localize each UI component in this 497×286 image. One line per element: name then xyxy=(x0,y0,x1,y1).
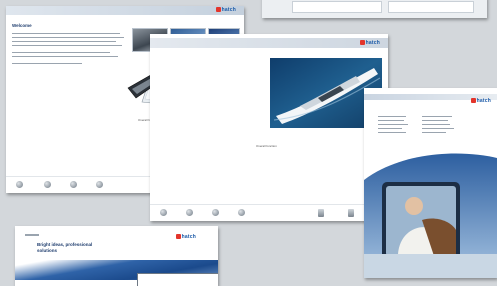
nav-home-button[interactable] xyxy=(186,209,193,216)
text-line xyxy=(422,128,454,129)
nav-back-button[interactable] xyxy=(160,209,167,216)
nav-print-button[interactable] xyxy=(318,209,324,217)
sheet-bottom-small-text xyxy=(25,234,39,236)
text-line xyxy=(12,63,82,64)
text-line xyxy=(378,128,402,129)
text-line xyxy=(12,52,110,53)
nav-home-button[interactable] xyxy=(44,181,51,188)
text-line xyxy=(422,116,452,117)
sheet-top-right xyxy=(262,0,487,18)
text-line xyxy=(422,120,448,121)
sheet-window: hatch xyxy=(364,88,497,278)
sheet-yacht-header xyxy=(150,38,388,48)
text-line xyxy=(422,132,446,133)
sheet-main-header xyxy=(6,6,244,15)
text-line xyxy=(12,41,116,42)
text-line xyxy=(12,37,124,38)
sheet-bottom-logo: hatch xyxy=(176,234,196,240)
text-line xyxy=(422,124,450,125)
nav-exit-button[interactable] xyxy=(348,209,354,217)
sheet-bottom-heading-2: solutions xyxy=(37,248,57,253)
text-line xyxy=(378,132,406,133)
sheet-top-right-box-2 xyxy=(388,1,474,13)
sheet-main-heading: Welcome xyxy=(12,23,32,28)
sheet-window-logo: hatch xyxy=(471,98,491,104)
nav-info-button[interactable] xyxy=(212,209,219,216)
sheet-bottom: hatch Bright ideas, professional solutio… xyxy=(15,226,218,286)
sheet-bottom-heading-1: Bright ideas, professional xyxy=(37,242,93,247)
nav-info-button[interactable] xyxy=(70,181,77,188)
sheet-main-logo: hatch xyxy=(216,7,236,13)
text-line xyxy=(378,120,404,121)
sheet-top-right-box xyxy=(292,1,382,13)
sheet-yacht: hatch Overall function xyxy=(150,34,388,221)
sheet-bottom-panel xyxy=(137,273,218,286)
window-photo xyxy=(364,153,497,278)
text-line xyxy=(12,33,120,34)
text-line xyxy=(12,56,118,57)
nav-back-button[interactable] xyxy=(16,181,23,188)
nav-contact-button[interactable] xyxy=(96,181,103,188)
sheet-yacht-nav xyxy=(150,204,388,221)
sheet-yacht-caption: Overall function xyxy=(256,144,277,148)
sheet-yacht-logo: hatch xyxy=(360,40,380,46)
text-line xyxy=(12,45,122,46)
text-line xyxy=(378,116,406,117)
nav-contact-button[interactable] xyxy=(238,209,245,216)
text-line xyxy=(378,124,408,125)
